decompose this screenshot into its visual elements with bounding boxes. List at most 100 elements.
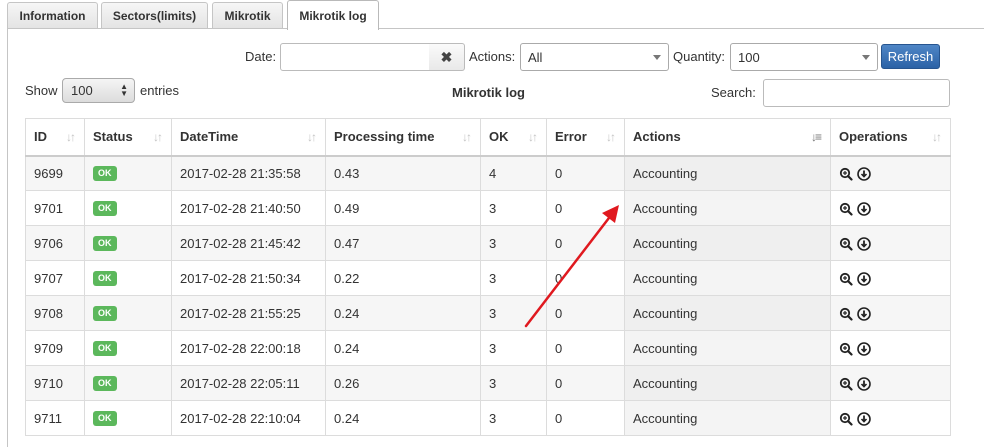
column-header-processing-time[interactable]: Processing time ↓↑ — [325, 118, 481, 157]
sort-icon: ↓↑ — [606, 130, 616, 144]
cell-error: 0 — [546, 190, 625, 226]
table-row[interactable]: 9701 OK 2017-02-28 21:40:50 0.49 3 0 Accountin… — [25, 190, 951, 226]
zoom-icon[interactable] — [839, 272, 853, 286]
cell-ok: 4 — [480, 155, 547, 191]
cell-id: 9699 — [25, 155, 85, 191]
column-header-actions[interactable]: Actions ↓≡ — [624, 118, 831, 157]
table-row[interactable]: 9711 OK 2017-02-28 22:10:04 0.24 3 0 Accountin… — [25, 400, 951, 436]
zoom-icon[interactable] — [839, 342, 853, 356]
cell-datetime: 2017-02-28 22:00:18 — [171, 330, 326, 366]
status-badge: OK — [93, 166, 117, 182]
download-icon[interactable] — [857, 201, 871, 216]
download-icon[interactable] — [857, 376, 871, 391]
cell-id: 9701 — [25, 190, 85, 226]
quantity-label: Quantity: — [673, 49, 726, 64]
cell-ok: 3 — [480, 225, 547, 261]
tab-sectors-limits[interactable]: Sectors(limits) — [101, 2, 208, 29]
zoom-icon[interactable] — [839, 202, 853, 216]
cell-processing-time: 0.49 — [325, 190, 481, 226]
clear-date-button[interactable]: ✖ — [429, 43, 465, 71]
refresh-button[interactable]: Refresh — [881, 44, 940, 69]
entries-per-page-select[interactable]: 100 ▲ ▼ — [62, 78, 135, 103]
search-input[interactable] — [763, 79, 950, 107]
cell-processing-time: 0.24 — [325, 400, 481, 436]
cell-id: 9711 — [25, 400, 85, 436]
cell-error: 0 — [546, 400, 625, 436]
cell-status: OK — [84, 365, 172, 401]
quantity-select[interactable]: 100 — [730, 43, 878, 71]
cell-datetime: 2017-02-28 21:40:50 — [171, 190, 326, 226]
download-icon[interactable] — [857, 306, 871, 321]
tab-information[interactable]: Information — [7, 2, 98, 29]
table-row[interactable]: 9706 OK 2017-02-28 21:45:42 0.47 3 0 Accountin… — [25, 225, 951, 261]
cell-operations — [830, 155, 951, 191]
cell-status: OK — [84, 155, 172, 191]
cell-datetime: 2017-02-28 21:35:58 — [171, 155, 326, 191]
status-badge: OK — [93, 306, 117, 322]
cell-ok: 3 — [480, 400, 547, 436]
zoom-icon[interactable] — [839, 377, 853, 391]
sort-icon: ↓↑ — [462, 130, 472, 144]
cell-id: 9707 — [25, 260, 85, 296]
cell-ok: 3 — [480, 190, 547, 226]
chevron-down-icon — [862, 55, 870, 60]
cell-id: 9709 — [25, 330, 85, 366]
cell-action: Accounting — [624, 330, 831, 366]
date-input[interactable] — [280, 43, 430, 71]
table-row[interactable]: 9709 OK 2017-02-28 22:00:18 0.24 3 0 Accountin… — [25, 330, 951, 366]
download-icon[interactable] — [857, 411, 871, 426]
entries-label: entries — [140, 83, 180, 98]
table-row[interactable]: 9707 OK 2017-02-28 21:50:34 0.22 3 0 Accountin… — [25, 260, 951, 296]
column-header-operations[interactable]: Operations ↓↑ — [830, 118, 951, 157]
zoom-icon[interactable] — [839, 237, 853, 251]
status-badge: OK — [93, 201, 117, 217]
table-row[interactable]: 9708 OK 2017-02-28 21:55:25 0.24 3 0 Accountin… — [25, 295, 951, 331]
cell-id: 9706 — [25, 225, 85, 261]
cell-status: OK — [84, 190, 172, 226]
column-header-id[interactable]: ID ↓↑ — [25, 118, 85, 157]
zoom-icon[interactable] — [839, 307, 853, 321]
times-icon: ✖ — [440, 48, 453, 65]
table-row[interactable]: 9710 OK 2017-02-28 22:05:11 0.26 3 0 Accountin… — [25, 365, 951, 401]
tab-bar: Information Sectors(limits) Mikrotik Mik… — [0, 0, 984, 30]
search-label: Search: — [711, 85, 756, 100]
cell-datetime: 2017-02-28 22:05:11 — [171, 365, 326, 401]
download-icon[interactable] — [857, 341, 871, 356]
cell-ok: 3 — [480, 330, 547, 366]
cell-status: OK — [84, 330, 172, 366]
column-header-datetime[interactable]: DateTime ↓↑ — [171, 118, 326, 157]
cell-error: 0 — [546, 330, 625, 366]
column-header-ok[interactable]: OK ↓↑ — [480, 118, 547, 157]
download-icon[interactable] — [857, 271, 871, 286]
sort-icon: ↓↑ — [932, 130, 942, 144]
table-row[interactable]: 9699 OK 2017-02-28 21:35:58 0.43 4 0 Accountin… — [25, 155, 951, 191]
cell-error: 0 — [546, 155, 625, 191]
cell-action: Accounting — [624, 155, 831, 191]
cell-error: 0 — [546, 365, 625, 401]
quantity-select-value: 100 — [738, 49, 760, 65]
cell-ok: 3 — [480, 295, 547, 331]
download-icon[interactable] — [857, 236, 871, 251]
cell-operations — [830, 260, 951, 296]
cell-datetime: 2017-02-28 21:50:34 — [171, 260, 326, 296]
zoom-icon[interactable] — [839, 412, 853, 426]
column-header-status[interactable]: Status ↓↑ — [84, 118, 172, 157]
cell-id: 9708 — [25, 295, 85, 331]
status-badge: OK — [93, 271, 117, 287]
actions-select[interactable]: All — [520, 43, 669, 71]
cell-status: OK — [84, 260, 172, 296]
download-icon[interactable] — [857, 167, 871, 181]
cell-error: 0 — [546, 260, 625, 296]
zoom-icon[interactable] — [839, 167, 853, 181]
tab-mikrotik[interactable]: Mikrotik — [212, 2, 283, 29]
cell-ok: 3 — [480, 365, 547, 401]
column-header-error[interactable]: Error ↓↑ — [546, 118, 625, 157]
table-title: Mikrotik log — [452, 85, 525, 100]
cell-status: OK — [84, 225, 172, 261]
tab-mikrotik-log[interactable]: Mikrotik log — [287, 0, 379, 30]
cell-processing-time: 0.24 — [325, 330, 481, 366]
entries-per-page-value: 100 — [71, 83, 93, 98]
cell-processing-time: 0.26 — [325, 365, 481, 401]
sort-icon: ↓↑ — [66, 130, 76, 144]
cell-status: OK — [84, 400, 172, 436]
